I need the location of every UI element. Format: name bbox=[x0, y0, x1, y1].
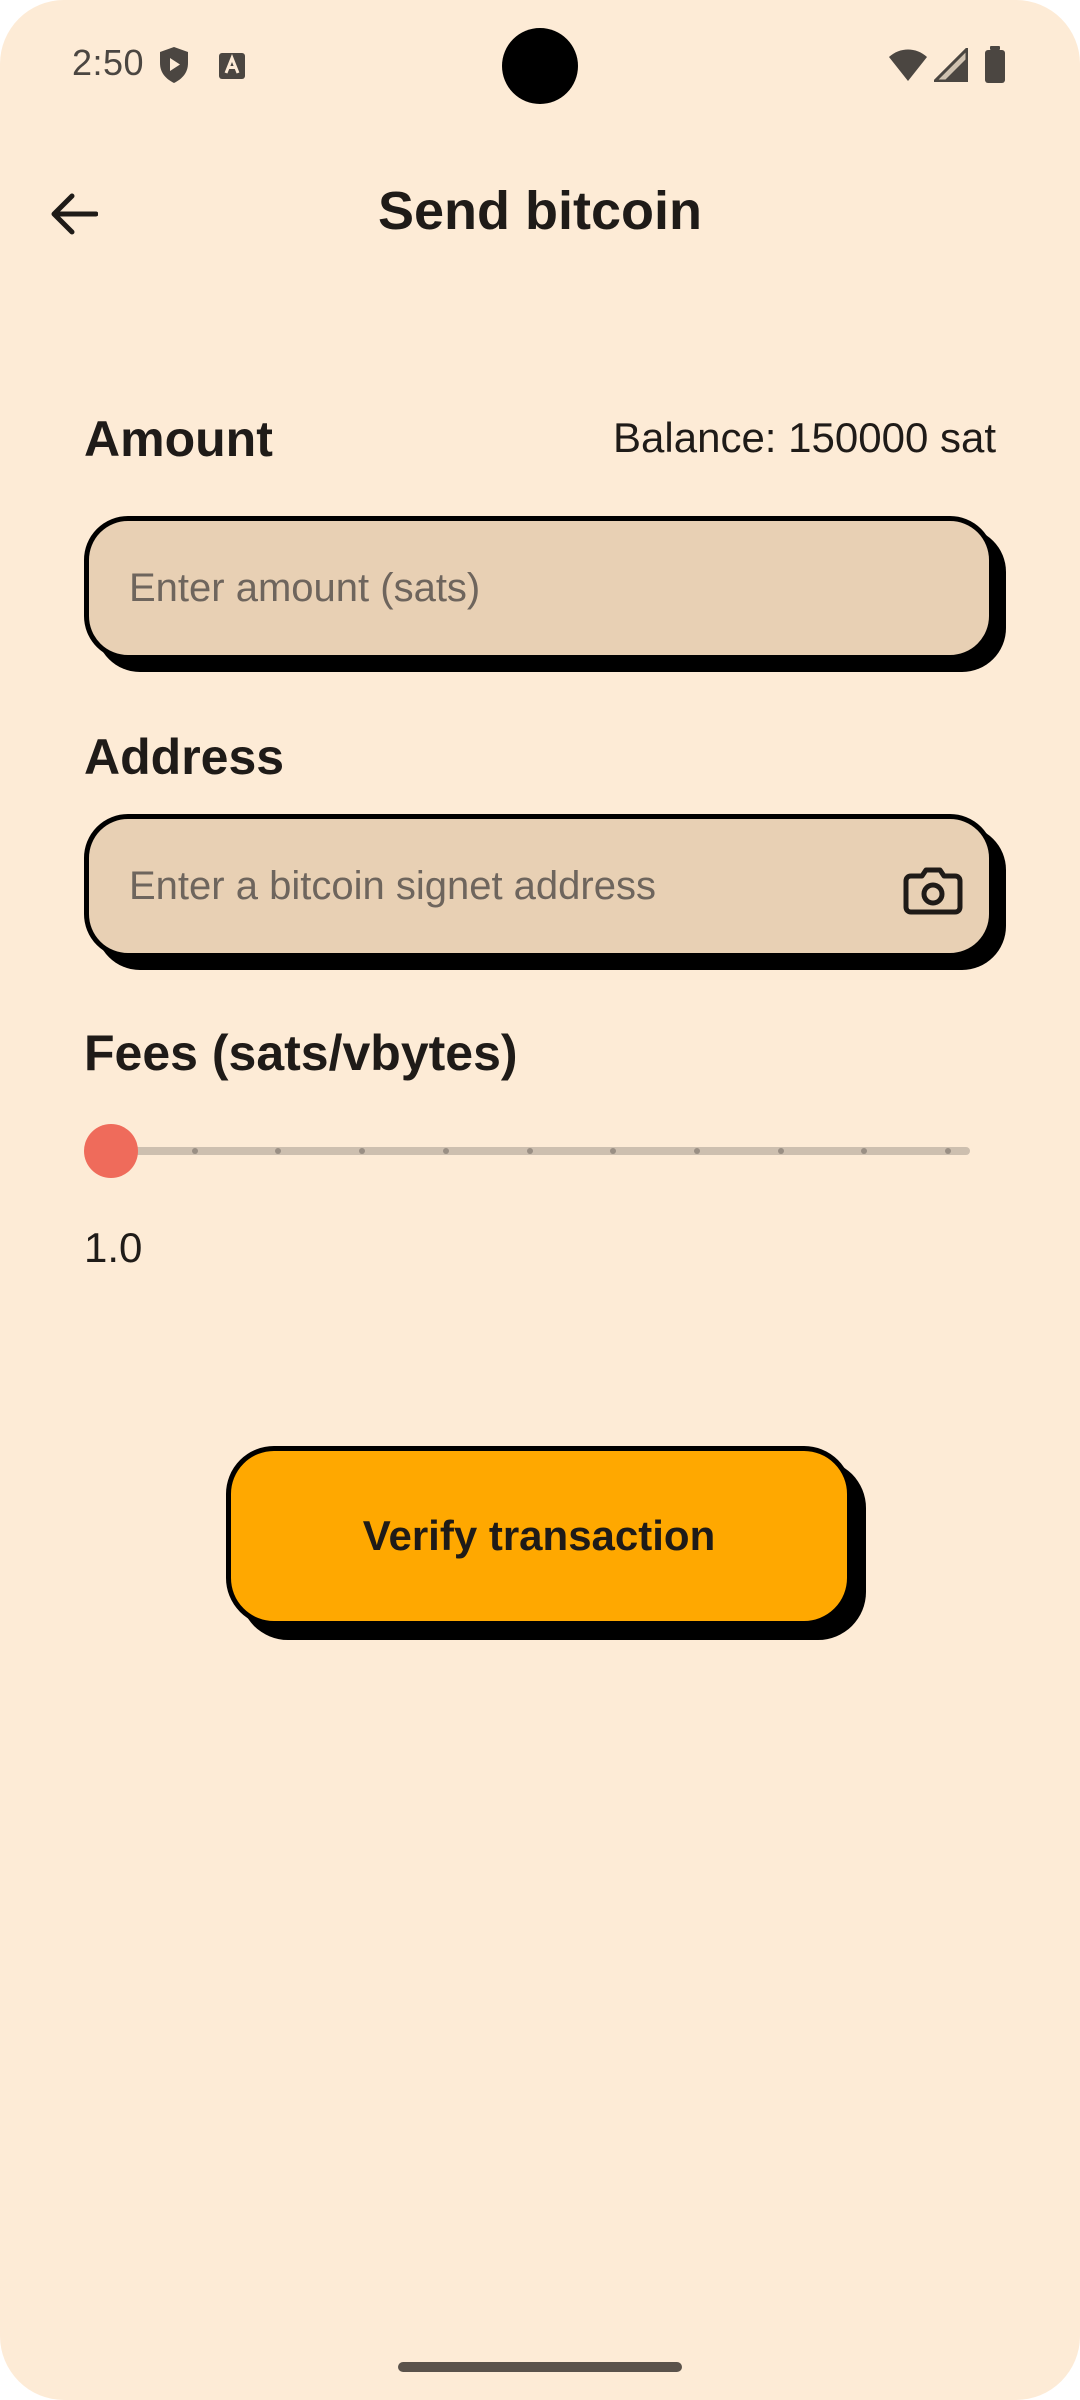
camera-cutout bbox=[502, 28, 578, 104]
amount-field-container: Enter amount (sats) bbox=[84, 516, 1006, 672]
verify-transaction-button[interactable]: Verify transaction bbox=[226, 1446, 852, 1626]
address-field-container: Enter a bitcoin signet address bbox=[84, 814, 1006, 970]
fee-slider[interactable] bbox=[84, 1124, 976, 1178]
home-indicator[interactable] bbox=[398, 2362, 682, 2372]
address-input[interactable]: Enter a bitcoin signet address bbox=[84, 814, 994, 958]
slider-tick bbox=[442, 1148, 449, 1154]
cell-signal-icon bbox=[934, 48, 968, 82]
slider-track bbox=[102, 1147, 970, 1155]
send-bitcoin-screen: 2:50 Send bitcoin Amount Balance: 150000… bbox=[0, 0, 1080, 2400]
address-placeholder: Enter a bitcoin signet address bbox=[129, 863, 656, 908]
amount-input[interactable]: Enter amount (sats) bbox=[84, 516, 994, 660]
slider-tick bbox=[191, 1148, 198, 1154]
scan-qr-button[interactable] bbox=[901, 859, 965, 923]
camera-icon bbox=[903, 867, 963, 915]
slider-thumb[interactable] bbox=[84, 1124, 138, 1178]
fees-label: Fees (sats/vbytes) bbox=[84, 1025, 518, 1081]
amount-label: Amount bbox=[84, 411, 273, 467]
font-a-icon bbox=[219, 53, 245, 79]
slider-tick bbox=[945, 1148, 951, 1154]
slider-tick bbox=[526, 1148, 533, 1154]
balance-text: Balance: 150000 sat bbox=[613, 414, 996, 461]
battery-icon bbox=[985, 46, 1005, 83]
slider-tick bbox=[693, 1148, 700, 1154]
shield-play-icon bbox=[160, 47, 188, 83]
fee-value: 1.0 bbox=[84, 1224, 143, 1271]
verify-button-container: Verify transaction bbox=[226, 1446, 866, 1640]
status-bar: 2:50 bbox=[0, 0, 1080, 132]
slider-tick bbox=[777, 1148, 784, 1154]
status-time: 2:50 bbox=[72, 42, 145, 83]
amount-placeholder: Enter amount (sats) bbox=[129, 565, 481, 610]
page-title: Send bitcoin bbox=[378, 181, 702, 241]
address-label: Address bbox=[84, 729, 285, 785]
wifi-icon bbox=[889, 49, 927, 81]
